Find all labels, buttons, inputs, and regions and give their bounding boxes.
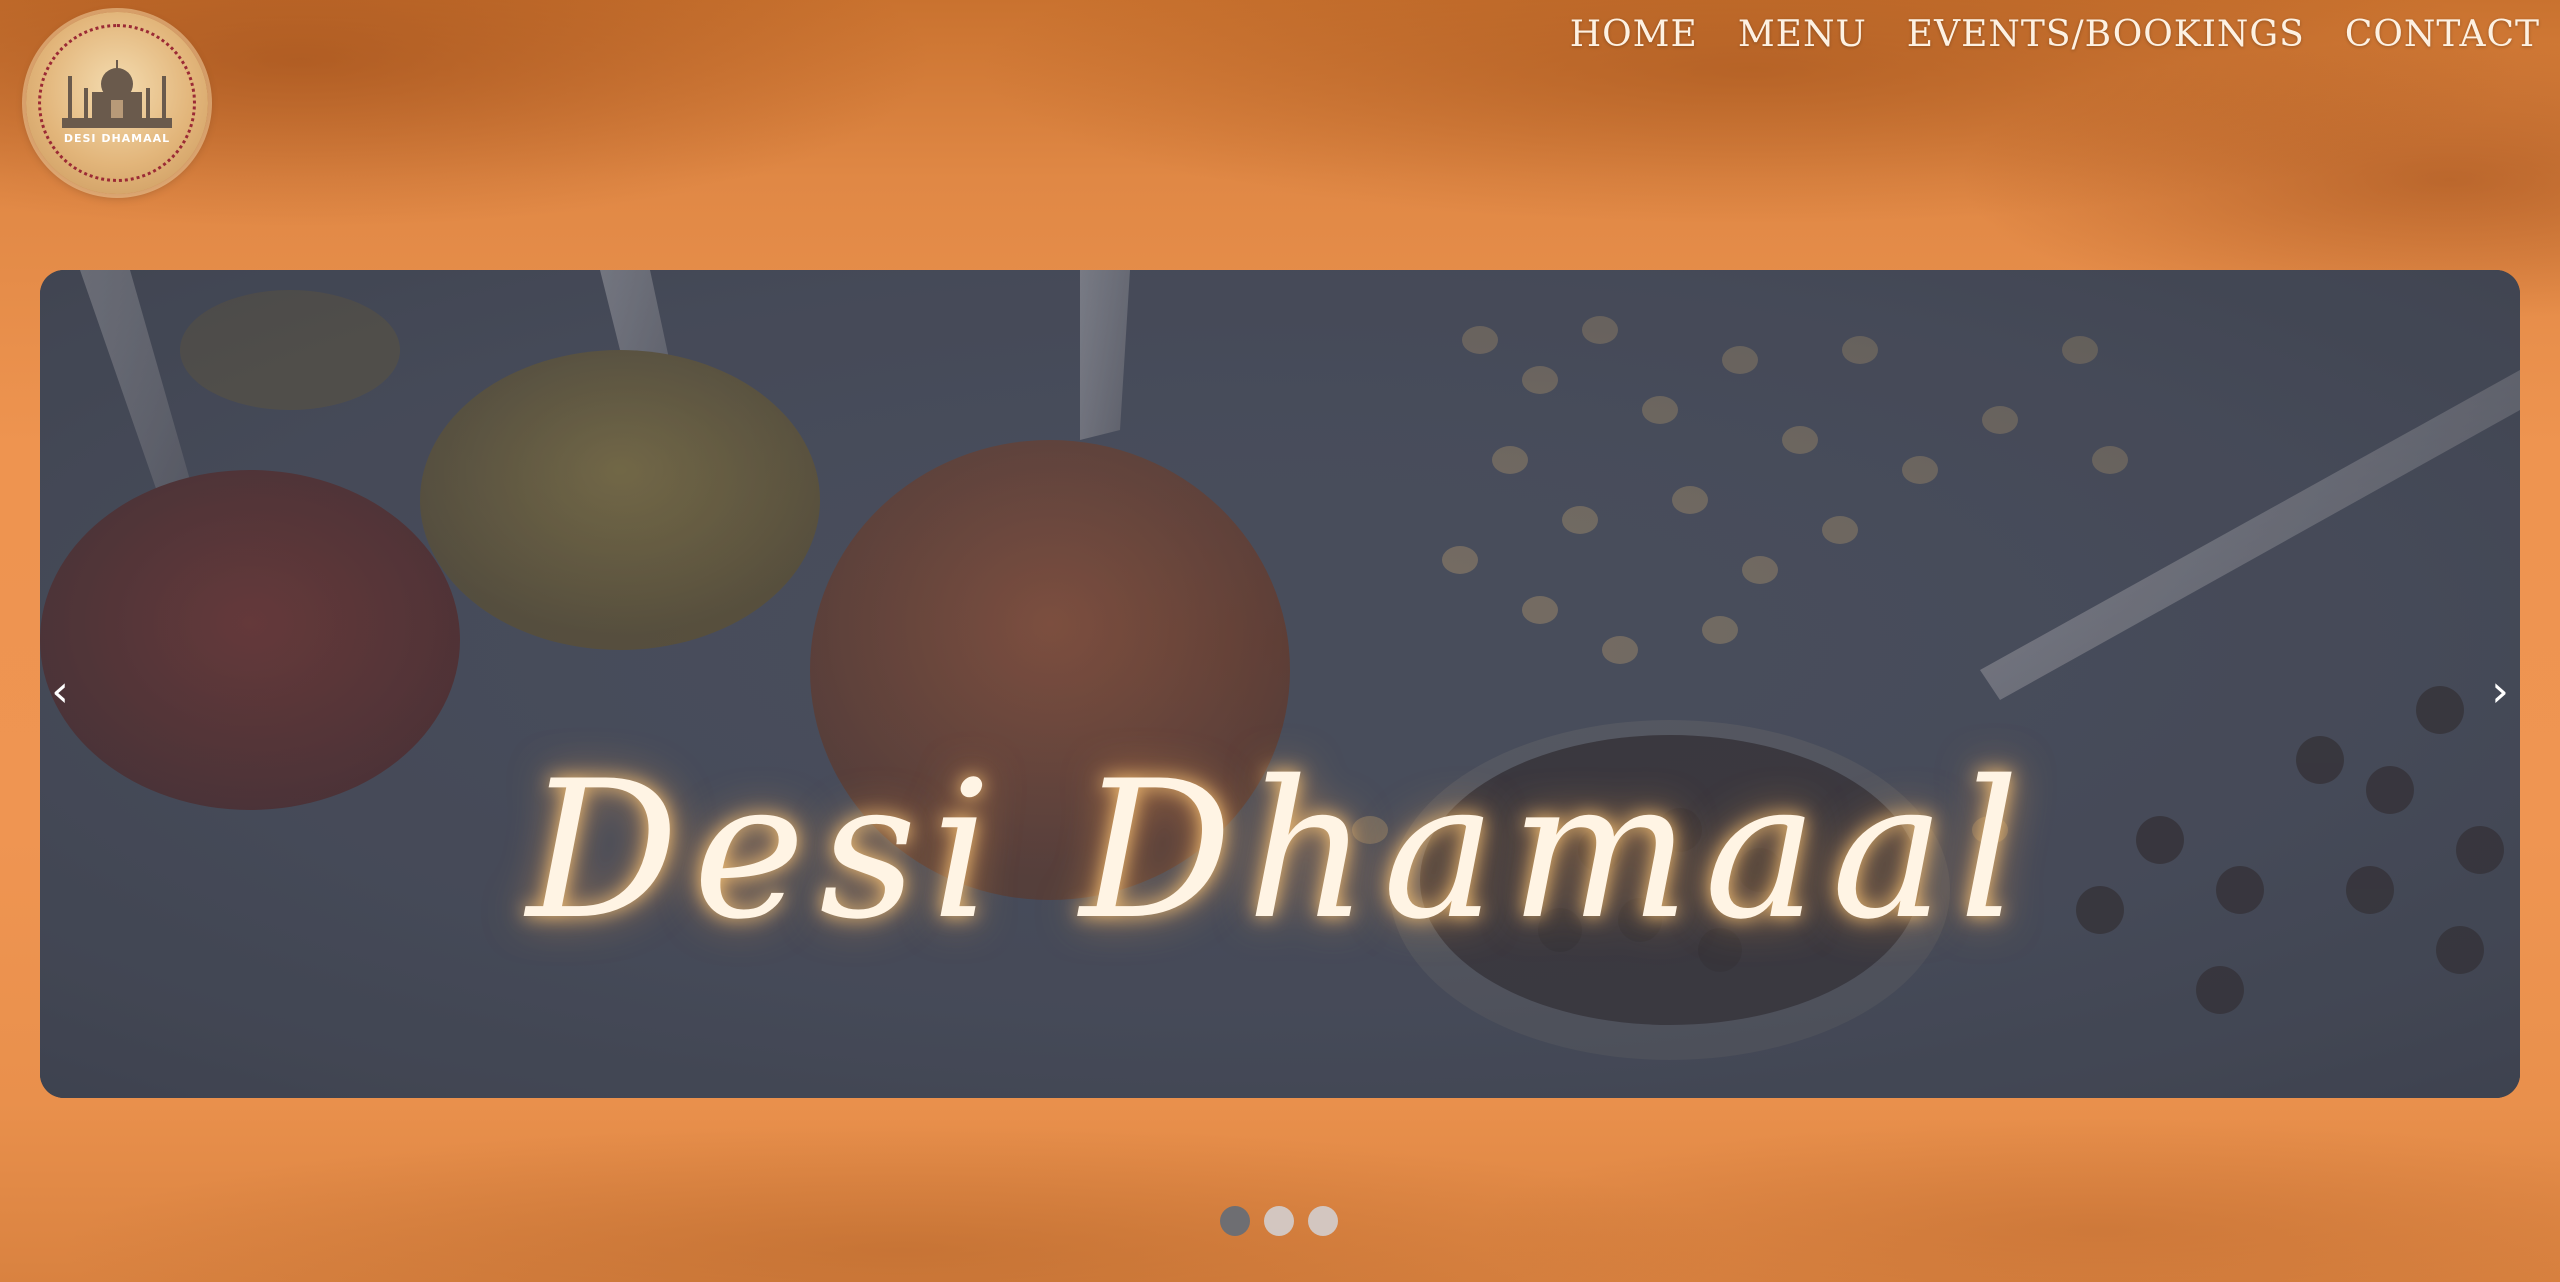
nav-events-bookings[interactable]: EVENTS/BOOKINGS xyxy=(1907,14,2305,55)
carousel-indicators xyxy=(1220,1206,1338,1236)
logo-text: DESI DHAMAAL xyxy=(63,132,171,145)
carousel-prev-button[interactable]: ‹ xyxy=(40,666,80,717)
spices-slide-image xyxy=(40,270,2520,1098)
logo[interactable]: DESI DHAMAAL xyxy=(26,12,208,194)
carousel-next-button[interactable]: › xyxy=(2480,666,2520,717)
main-nav: HOME MENU EVENTS/BOOKINGS CONTACT xyxy=(1570,14,2540,55)
taj-mahal-icon xyxy=(62,60,172,128)
nav-home[interactable]: HOME xyxy=(1570,14,1698,55)
nav-menu[interactable]: MENU xyxy=(1738,14,1867,55)
carousel-indicator-1[interactable] xyxy=(1220,1206,1250,1236)
carousel-indicator-3[interactable] xyxy=(1308,1206,1338,1236)
carousel-indicator-2[interactable] xyxy=(1264,1206,1294,1236)
hero-carousel: Desi Dhamaal ‹ › xyxy=(40,270,2520,1098)
nav-contact[interactable]: CONTACT xyxy=(2345,14,2540,55)
